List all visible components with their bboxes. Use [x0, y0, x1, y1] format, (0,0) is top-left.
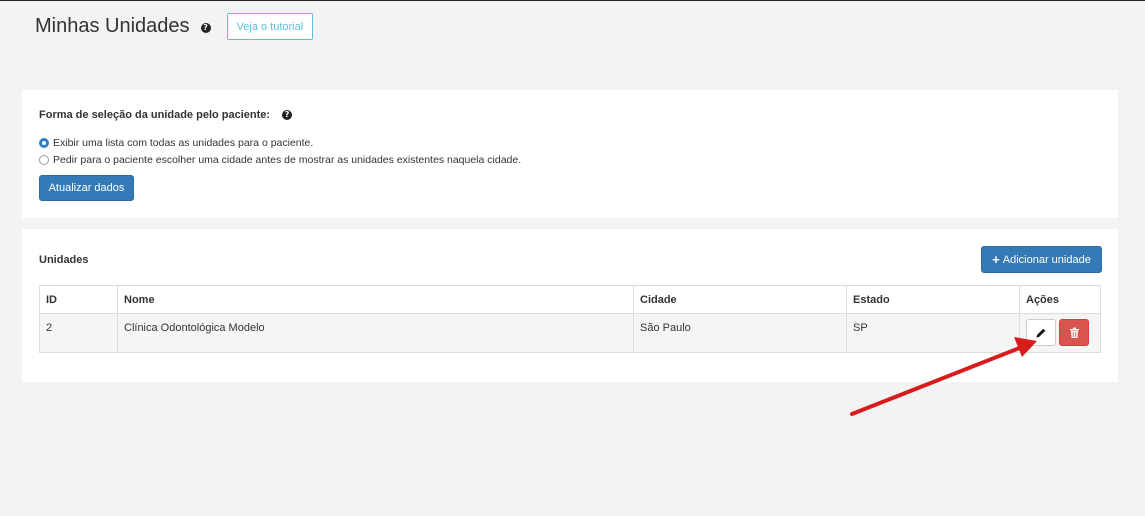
radio-list-label: Exibir uma lista com todas as unidades p…	[53, 137, 314, 149]
radio-list-button[interactable]	[39, 138, 49, 148]
tutorial-button[interactable]: Veja o tutorial	[226, 13, 314, 40]
radio-option-list[interactable]: Exibir uma lista com todas as unidades p…	[39, 137, 313, 149]
delete-button[interactable]	[1059, 319, 1089, 346]
units-card: Unidades + Adicionar unidade ID Nome Cid…	[22, 229, 1118, 382]
update-button[interactable]: Atualizar dados	[39, 175, 134, 201]
col-city: Cidade	[633, 285, 847, 314]
radio-city-label: Pedir para o paciente escolher uma cidad…	[53, 154, 522, 166]
add-unit-button[interactable]: + Adicionar unidade	[981, 246, 1102, 273]
page-title: Minhas Unidades	[35, 15, 190, 37]
cell-city: São Paulo	[633, 313, 847, 353]
selection-title: Forma de seleção da unidade pelo pacient…	[39, 109, 293, 121]
selection-help-icon[interactable]: ?	[282, 110, 293, 120]
cell-id: 2	[39, 313, 118, 353]
col-name: Nome	[117, 285, 634, 314]
add-unit-label: Adicionar unidade	[1002, 253, 1091, 266]
trash-icon	[1069, 327, 1079, 338]
table-row: 2 Clínica Odontológica Modelo São Paulo …	[39, 313, 1101, 353]
radio-city-button[interactable]	[39, 155, 49, 165]
edit-button[interactable]	[1026, 319, 1056, 346]
col-state: Estado	[846, 285, 1020, 314]
actions-group	[1026, 319, 1100, 346]
pencil-icon	[1036, 328, 1046, 337]
plus-icon: +	[992, 252, 1000, 267]
table-header-row: ID Nome Cidade Estado Ações	[39, 285, 1101, 314]
units-title: Unidades	[39, 254, 89, 266]
page-header: Minhas Unidades ? Veja o tutorial	[35, 13, 314, 40]
cell-actions	[1019, 313, 1101, 353]
help-icon[interactable]: ?	[200, 22, 211, 33]
col-actions: Ações	[1019, 285, 1101, 314]
cell-name: Clínica Odontológica Modelo	[117, 313, 634, 353]
cell-state: SP	[846, 313, 1020, 353]
col-id: ID	[39, 285, 118, 314]
units-table: ID Nome Cidade Estado Ações 2 Clínica Od…	[39, 285, 1101, 353]
radio-option-city[interactable]: Pedir para o paciente escolher uma cidad…	[39, 154, 521, 166]
selection-card: Forma de seleção da unidade pelo pacient…	[22, 90, 1118, 218]
selection-title-text: Forma de seleção da unidade pelo pacient…	[39, 109, 271, 121]
